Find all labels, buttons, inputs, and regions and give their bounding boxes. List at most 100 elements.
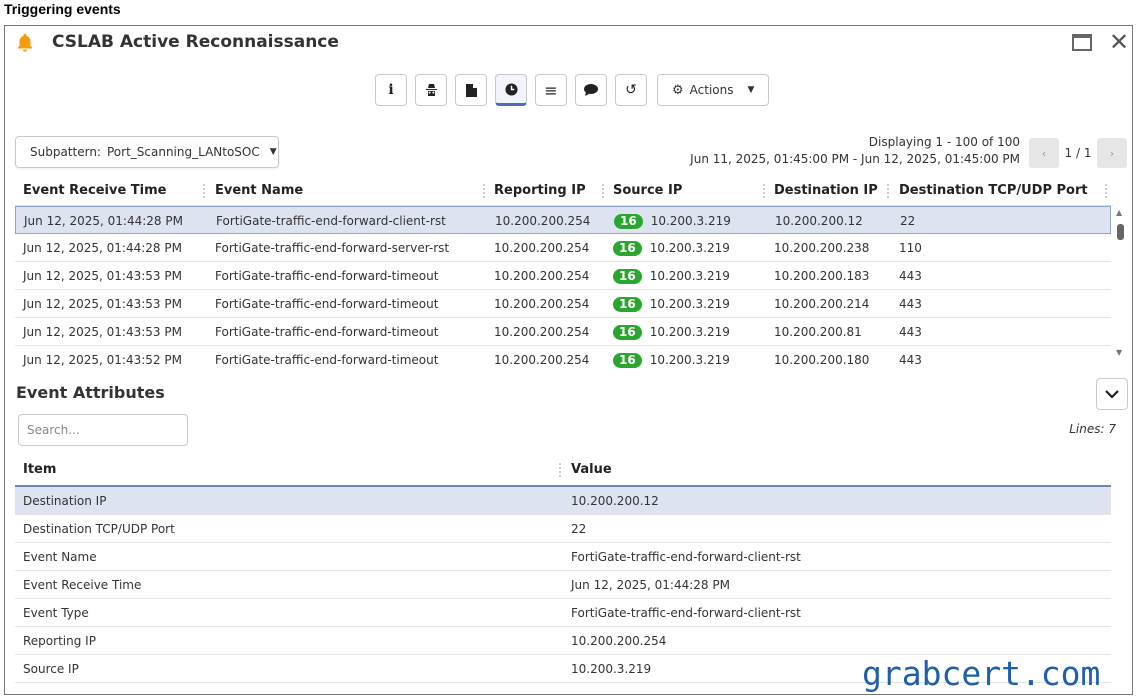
- cell-event-name: FortiGate-traffic-end-forward-server-rst: [215, 241, 450, 255]
- col-event-name[interactable]: Event Name: [215, 183, 303, 198]
- cell-reporting-ip: 10.200.200.254: [494, 269, 590, 283]
- maximize-icon[interactable]: [1072, 34, 1092, 51]
- col-destination-ip[interactable]: Destination IP: [774, 183, 878, 198]
- list-button[interactable]: ≡: [535, 74, 567, 106]
- col-destination-port[interactable]: Destination TCP/UDP Port: [899, 183, 1088, 198]
- table-row[interactable]: Jun 12, 2025, 01:44:28 PM FortiGate-traf…: [15, 206, 1111, 234]
- close-icon[interactable]: ✕: [1109, 28, 1129, 56]
- cell-reporting-ip: 10.200.200.254: [494, 353, 590, 367]
- cell-value: 10.200.200.254: [571, 634, 667, 648]
- source-ip-text: 10.200.3.219: [649, 353, 730, 367]
- cell-destination-port: 110: [899, 241, 922, 255]
- cell-reporting-ip: 10.200.200.254: [494, 297, 590, 311]
- display-timespan: Jun 11, 2025, 01:45:00 PM - Jun 12, 2025…: [690, 152, 1020, 166]
- cell-source-ip: 16 10.200.3.219: [613, 353, 730, 368]
- source-ip-text: 10.200.3.219: [649, 241, 730, 255]
- column-separator[interactable]: [1105, 184, 1107, 198]
- caret-down-icon: ▼: [269, 147, 277, 157]
- table-row[interactable]: Jun 12, 2025, 01:43:53 PM FortiGate-traf…: [15, 290, 1111, 318]
- events-table-body: Jun 12, 2025, 01:44:28 PM FortiGate-traf…: [15, 206, 1111, 372]
- column-separator[interactable]: [602, 184, 604, 198]
- table-row[interactable]: Event Name FortiGate-traffic-end-forward…: [15, 543, 1111, 571]
- column-separator[interactable]: [203, 184, 205, 198]
- window-title: CSLAB Active Reconnaissance: [52, 32, 339, 52]
- chevron-left-icon: ‹: [1041, 146, 1047, 160]
- spy-button[interactable]: [415, 74, 447, 106]
- caret-down-icon: ▼: [747, 85, 755, 95]
- cell-time: Jun 12, 2025, 01:43:52 PM: [23, 353, 182, 367]
- cell-item: Source IP: [23, 662, 79, 676]
- column-separator[interactable]: [763, 184, 765, 198]
- actions-label: Actions: [689, 83, 734, 97]
- table-row[interactable]: Jun 12, 2025, 01:43:53 PM FortiGate-traf…: [15, 262, 1111, 290]
- cell-destination-ip: 10.200.200.180: [774, 353, 870, 367]
- display-range: Displaying 1 - 100 of 100: [868, 135, 1020, 149]
- col-event-receive-time[interactable]: Event Receive Time: [23, 183, 166, 198]
- cell-event-name: FortiGate-traffic-end-forward-client-rst: [216, 214, 446, 228]
- cell-time: Jun 12, 2025, 01:44:28 PM: [24, 214, 183, 228]
- event-attributes-title: Event Attributes: [16, 383, 165, 402]
- attributes-search-input[interactable]: [18, 414, 188, 446]
- table-row[interactable]: Destination TCP/UDP Port 22: [15, 515, 1111, 543]
- cell-item: Event Receive Time: [23, 578, 142, 592]
- cell-source-ip: 16 10.200.3.219: [613, 241, 730, 256]
- source-ip-text: 10.200.3.219: [649, 297, 730, 311]
- events-table-header: Event Receive Time Event Name Reporting …: [15, 176, 1113, 206]
- cell-source-ip: 16 10.200.3.219: [613, 325, 730, 340]
- column-separator[interactable]: [887, 184, 889, 198]
- events-scrollbar[interactable]: ▲ ▼: [1115, 208, 1127, 368]
- cell-reporting-ip: 10.200.200.254: [494, 241, 590, 255]
- table-row[interactable]: Reporting IP 10.200.200.254: [15, 627, 1111, 655]
- cell-item: Event Name: [23, 550, 97, 564]
- cell-item: Destination IP: [23, 494, 107, 508]
- table-row[interactable]: Destination IP 10.200.200.12: [15, 487, 1111, 515]
- table-row[interactable]: Event Receive Time Jun 12, 2025, 01:44:2…: [15, 571, 1111, 599]
- cell-time: Jun 12, 2025, 01:43:53 PM: [23, 297, 182, 311]
- timeline-button[interactable]: [495, 74, 527, 106]
- cell-reporting-ip: 10.200.200.254: [494, 325, 590, 339]
- actions-dropdown[interactable]: ⚙ Actions ▼: [657, 74, 769, 106]
- comment-button[interactable]: [575, 74, 607, 106]
- info-icon: i: [388, 82, 394, 98]
- collapse-button[interactable]: [1096, 378, 1128, 410]
- table-row[interactable]: Jun 12, 2025, 01:43:53 PM FortiGate-traf…: [15, 318, 1111, 346]
- severity-badge: 16: [613, 269, 642, 284]
- cell-destination-ip: 10.200.200.81: [774, 325, 862, 339]
- cell-item: Reporting IP: [23, 634, 96, 648]
- prev-page-button[interactable]: ‹: [1029, 138, 1059, 168]
- column-separator[interactable]: [483, 184, 485, 198]
- col-item[interactable]: Item: [23, 462, 56, 477]
- table-row[interactable]: Jun 12, 2025, 01:44:28 PM FortiGate-traf…: [15, 234, 1111, 262]
- history-button[interactable]: ↺: [615, 74, 647, 106]
- document-button[interactable]: [455, 74, 487, 106]
- cell-value: Jun 12, 2025, 01:44:28 PM: [571, 578, 730, 592]
- chevron-down-icon: [1105, 389, 1119, 399]
- table-row[interactable]: Jun 12, 2025, 01:43:52 PM FortiGate-traf…: [15, 346, 1111, 372]
- subpattern-dropdown[interactable]: Subpattern: Port_Scanning_LANtoSOC ▼: [15, 136, 279, 168]
- col-value[interactable]: Value: [571, 462, 612, 477]
- watermark: grabcert.com: [862, 654, 1101, 693]
- col-reporting-ip[interactable]: Reporting IP: [494, 183, 586, 198]
- cell-value: 10.200.200.12: [571, 494, 659, 508]
- next-page-button[interactable]: ›: [1097, 138, 1127, 168]
- scroll-up-icon[interactable]: ▲: [1116, 208, 1122, 217]
- list-icon: ≡: [544, 80, 558, 100]
- severity-badge: 16: [613, 325, 642, 340]
- source-ip-text: 10.200.3.219: [649, 269, 730, 283]
- comment-icon: [584, 84, 598, 96]
- scrollbar-thumb[interactable]: [1117, 224, 1124, 240]
- cell-item: Destination TCP/UDP Port: [23, 522, 175, 536]
- cell-source-ip: 16 10.200.3.219: [614, 214, 731, 229]
- attributes-table-header: Item Value: [15, 455, 1111, 487]
- table-row[interactable]: Event Type FortiGate-traffic-end-forward…: [15, 599, 1111, 627]
- cell-destination-ip: 10.200.200.214: [774, 297, 870, 311]
- gear-icon: ⚙: [672, 82, 684, 98]
- info-button[interactable]: i: [375, 74, 407, 106]
- source-ip-text: 10.200.3.219: [650, 214, 731, 228]
- col-source-ip[interactable]: Source IP: [613, 183, 682, 198]
- scroll-down-icon[interactable]: ▼: [1116, 348, 1122, 357]
- page-caption: Triggering events: [4, 1, 121, 17]
- cell-source-ip: 16 10.200.3.219: [613, 297, 730, 312]
- cell-destination-port: 22: [900, 214, 916, 228]
- column-separator[interactable]: [559, 463, 561, 477]
